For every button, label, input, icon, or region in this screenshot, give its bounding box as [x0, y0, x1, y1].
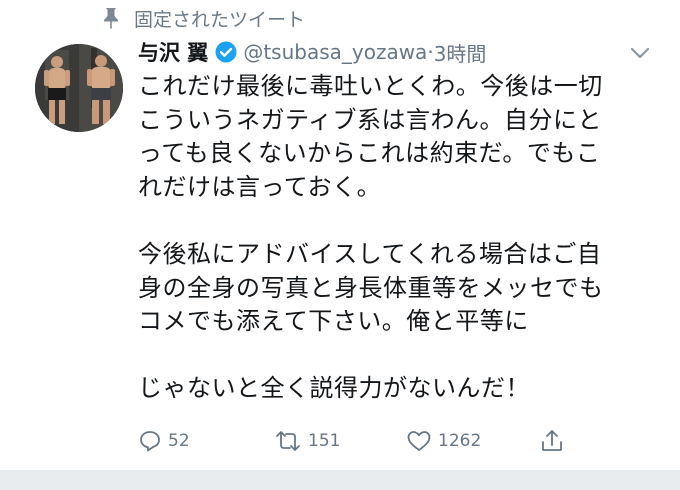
share-button[interactable]: [540, 424, 570, 458]
reply-count: 52: [168, 431, 190, 451]
tweet-text-line: 身の全身の写真と身長体重等をメッセでも: [138, 273, 604, 302]
tweet-text-line: っても良くないからこれは約束だ。でもこ: [138, 139, 601, 168]
verified-badge-icon: [215, 41, 237, 63]
like-count: 1262: [438, 431, 482, 451]
share-icon: [542, 430, 562, 451]
tweet-text-line: 今後私にアドバイスしてくれる場合はご自: [138, 239, 602, 268]
avatar-photo: [35, 44, 123, 132]
chevron-down-icon[interactable]: [630, 46, 650, 60]
like-icon: [407, 431, 431, 451]
pinned-tweet-label-row: 固定されたツイート: [102, 4, 305, 32]
tweet-text-line: れだけは言っておく。: [138, 172, 382, 201]
tweet-text: これだけ最後に毒吐いとくわ。今後は一切 こういうネガティブ系は言わん。自分にと …: [138, 70, 658, 406]
tweet-text-line: [138, 339, 658, 373]
reply-icon: [140, 431, 160, 452]
tweet-actions: 52 151 1262: [138, 424, 658, 458]
tweet-text-line: [138, 204, 658, 238]
tweet-text-line: これだけ最後に毒吐いとくわ。今後は一切: [138, 72, 603, 100]
tweet-text-line: こういうネガティブ系は言わん。自分にと: [138, 105, 603, 134]
avatar[interactable]: [35, 44, 123, 132]
timeline-divider: [0, 470, 680, 490]
author-handle[interactable]: @tsubasa_yozawa: [243, 40, 427, 64]
retweet-button[interactable]: 151: [274, 424, 340, 458]
tweet-header: 与沢 翼 @tsubasa_yozawa · 3時間: [138, 36, 486, 68]
pinned-label: 固定されたツイート: [134, 8, 306, 31]
author-name[interactable]: 与沢 翼: [138, 37, 208, 67]
retweet-icon: [276, 431, 300, 451]
retweet-count: 151: [308, 431, 341, 451]
pin-icon: [104, 8, 118, 29]
reply-button[interactable]: 52: [138, 424, 190, 458]
tweet-time[interactable]: 3時間: [434, 38, 487, 67]
tweet-text-line: じゃないと全く説得力がないんだ！: [138, 374, 530, 403]
tweet-text-line: コメでも添えて下さい。俺と平等に: [138, 307, 529, 336]
pinned-tweet[interactable]: 固定されたツイート 与沢 翼 @tsubasa_yozawa · 3時間 これだ…: [0, 0, 680, 470]
like-button[interactable]: 1262: [406, 424, 481, 458]
